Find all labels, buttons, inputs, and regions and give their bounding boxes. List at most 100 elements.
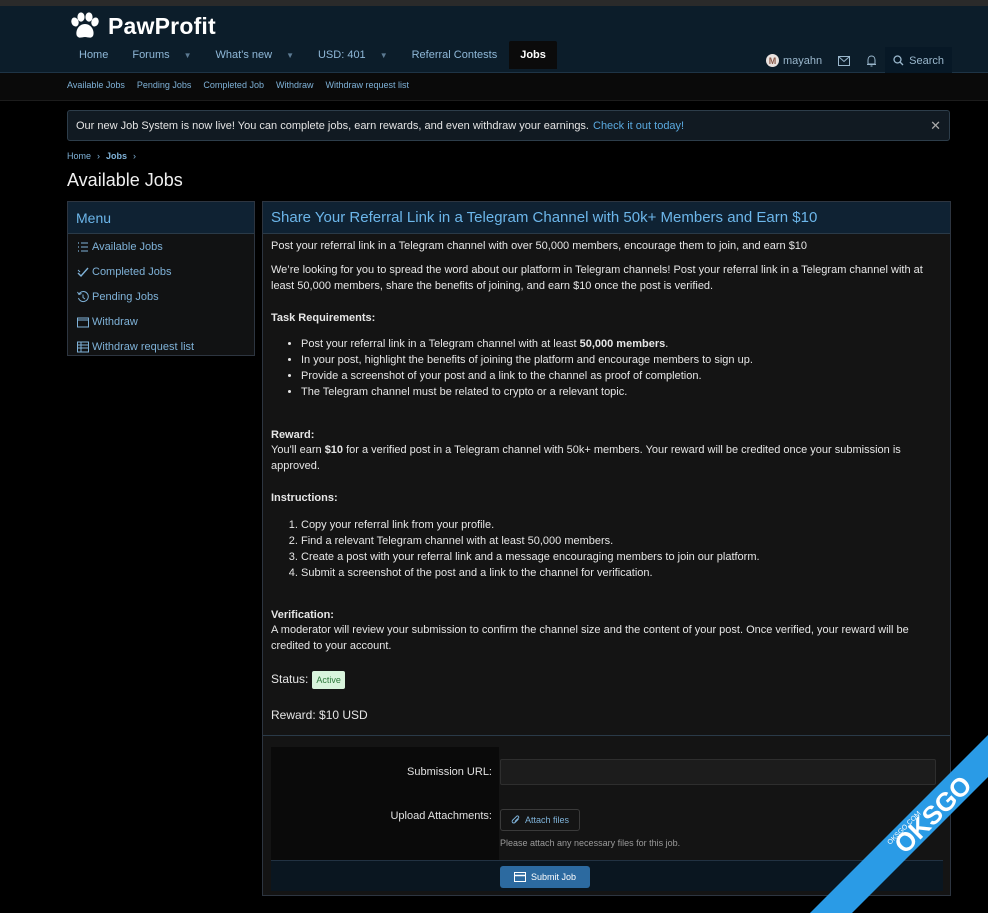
breadcrumb-home[interactable]: Home xyxy=(67,151,91,161)
sidebar-item-label: Available Jobs xyxy=(92,240,163,253)
search-label: Search xyxy=(909,54,944,67)
notice-text: Our new Job System is now live! You can … xyxy=(76,119,589,132)
nav-home-label: Home xyxy=(79,49,109,61)
bell-icon xyxy=(867,54,877,66)
site-logo[interactable]: PawProfit xyxy=(68,12,216,40)
nav-forums[interactable]: Forums ▼ xyxy=(120,41,203,69)
requirement-text: . xyxy=(665,338,669,350)
sidebar-item-label: Pending Jobs xyxy=(92,290,159,303)
list-item: Submit a screenshot of the post and a li… xyxy=(301,565,941,581)
page-title: Available Jobs xyxy=(67,170,183,190)
subnav-completed-job[interactable]: Completed Job xyxy=(203,80,264,90)
sidebar-item-label: Withdraw request list xyxy=(92,340,195,353)
avatar: M xyxy=(766,54,779,67)
main-nav: Home Forums ▼ What's new ▼ USD: 401 ▼ Refer… xyxy=(67,41,557,69)
inbox-button[interactable] xyxy=(830,47,858,74)
paperclip-icon xyxy=(511,814,520,824)
nav-referral-contests[interactable]: Referral Contests xyxy=(400,41,510,69)
submit-job-label: Submit Job xyxy=(530,872,577,882)
requirement-emphasis: 50,000 members xyxy=(579,338,666,350)
table-icon xyxy=(77,341,89,352)
job-title: Share Your Referral Link in a Telegram C… xyxy=(263,202,950,234)
list-item: Copy your referral link from your profil… xyxy=(301,517,941,533)
requirements-heading: Task Requirements: xyxy=(271,312,376,324)
job-panel: Share Your Referral Link in a Telegram C… xyxy=(262,201,951,896)
sidebar-item-available-jobs[interactable]: Available Jobs xyxy=(68,234,254,259)
subnav-pending-jobs[interactable]: Pending Jobs xyxy=(137,80,192,90)
reward-line: Reward: $10 USD xyxy=(271,708,368,722)
upload-attachments-label: Upload Attachments: xyxy=(390,810,492,822)
subnav-withdraw-request-list[interactable]: Withdraw request list xyxy=(325,80,409,90)
nav-home[interactable]: Home xyxy=(67,41,120,69)
sidebar-item-label: Completed Jobs xyxy=(92,265,172,278)
submission-url-label: Submission URL: xyxy=(407,766,492,778)
instructions-heading: Instructions: xyxy=(271,492,338,504)
site-header: PawProfit Home Forums ▼ What's new ▼ USD: … xyxy=(0,6,988,74)
reward-text-part: You'll earn xyxy=(271,444,325,456)
chevron-down-icon[interactable]: ▼ xyxy=(380,51,388,60)
reward-text-part: for a verified post in a Telegram channe… xyxy=(271,444,901,472)
notice-banner: Our new Job System is now live! You can … xyxy=(67,110,950,141)
job-intro: We’re looking for you to spread the word… xyxy=(271,264,923,292)
attach-hint: Please attach any necessary files for th… xyxy=(500,838,681,848)
form-divider xyxy=(263,735,950,736)
nav-forums-label: Forums xyxy=(132,49,170,61)
attach-files-button[interactable]: Attach files xyxy=(500,809,580,831)
user-bar: M mayahn Search xyxy=(758,47,952,74)
close-icon[interactable]: ✕ xyxy=(930,118,941,134)
site-name: PawProfit xyxy=(108,12,216,39)
status-badge: Active xyxy=(312,671,345,689)
sidebar-item-completed-jobs[interactable]: Completed Jobs xyxy=(68,259,254,284)
user-account[interactable]: M mayahn xyxy=(758,47,830,74)
wallet-icon xyxy=(77,317,89,327)
list-item: In your post, highlight the benefits of … xyxy=(301,352,941,368)
submission-url-input[interactable] xyxy=(500,759,936,785)
verification-heading: Verification: xyxy=(271,609,334,621)
form-footer xyxy=(271,860,943,891)
attach-files-label: Attach files xyxy=(524,815,570,825)
sidebar-item-withdraw-request-list[interactable]: Withdraw request list xyxy=(68,334,254,359)
sidebar-item-withdraw[interactable]: Withdraw xyxy=(68,309,254,334)
list-item: The Telegram channel must be related to … xyxy=(301,384,941,400)
reward-text: You'll earn $10 for a verified post in a… xyxy=(271,442,939,474)
nav-usd[interactable]: USD: 401 ▼ xyxy=(306,41,400,69)
status-row: Status: Active xyxy=(271,671,345,689)
list-item: Create a post with your referral link an… xyxy=(301,549,941,565)
history-icon xyxy=(77,290,89,302)
list-item: Find a relevant Telegram channel with at… xyxy=(301,533,941,549)
nav-referral-contests-label: Referral Contests xyxy=(411,49,498,61)
list-item: Provide a screenshot of your post and a … xyxy=(301,368,941,384)
chevron-right-icon: › xyxy=(133,151,137,161)
breadcrumb-jobs[interactable]: Jobs xyxy=(106,151,127,161)
form-label-column: Submission URL: Upload Attachments: xyxy=(271,747,499,860)
submit-job-button[interactable]: Submit Job xyxy=(500,866,590,888)
requirements-list: Post your referral link in a Telegram ch… xyxy=(271,336,941,400)
instructions-list: Copy your referral link from your profil… xyxy=(271,517,941,581)
chevron-right-icon: › xyxy=(97,151,101,161)
paw-icon xyxy=(71,12,99,38)
chevron-down-icon[interactable]: ▼ xyxy=(184,51,192,60)
nav-whats-new[interactable]: What's new ▼ xyxy=(204,41,306,69)
notice-link[interactable]: Check it out today! xyxy=(593,120,684,132)
search-icon xyxy=(893,55,904,66)
sidebar-menu: Menu Available Jobs Completed Jobs Pendi… xyxy=(67,201,255,356)
sidebar-item-label: Withdraw xyxy=(92,315,138,328)
alerts-button[interactable] xyxy=(858,47,885,74)
subnav-withdraw[interactable]: Withdraw xyxy=(276,80,314,90)
chevron-down-icon[interactable]: ▼ xyxy=(286,51,294,60)
sidebar-item-pending-jobs[interactable]: Pending Jobs xyxy=(68,284,254,309)
username: mayahn xyxy=(783,54,823,67)
job-summary: Post your referral link in a Telegram ch… xyxy=(271,240,808,252)
envelope-icon xyxy=(838,55,851,66)
verification-text: A moderator will review your submission … xyxy=(271,624,909,652)
sub-nav: Available Jobs Pending Jobs Completed Jo… xyxy=(0,73,988,101)
card-icon xyxy=(513,872,526,882)
nav-jobs[interactable]: Jobs xyxy=(509,41,557,69)
list-icon xyxy=(78,241,88,252)
reward-amount: $10 xyxy=(324,444,344,456)
nav-jobs-label: Jobs xyxy=(520,49,546,61)
nav-usd-label: USD: 401 xyxy=(317,49,366,61)
reward-heading: Reward: xyxy=(271,429,315,441)
search-button[interactable]: Search xyxy=(885,47,952,74)
subnav-available-jobs[interactable]: Available Jobs xyxy=(67,80,125,90)
